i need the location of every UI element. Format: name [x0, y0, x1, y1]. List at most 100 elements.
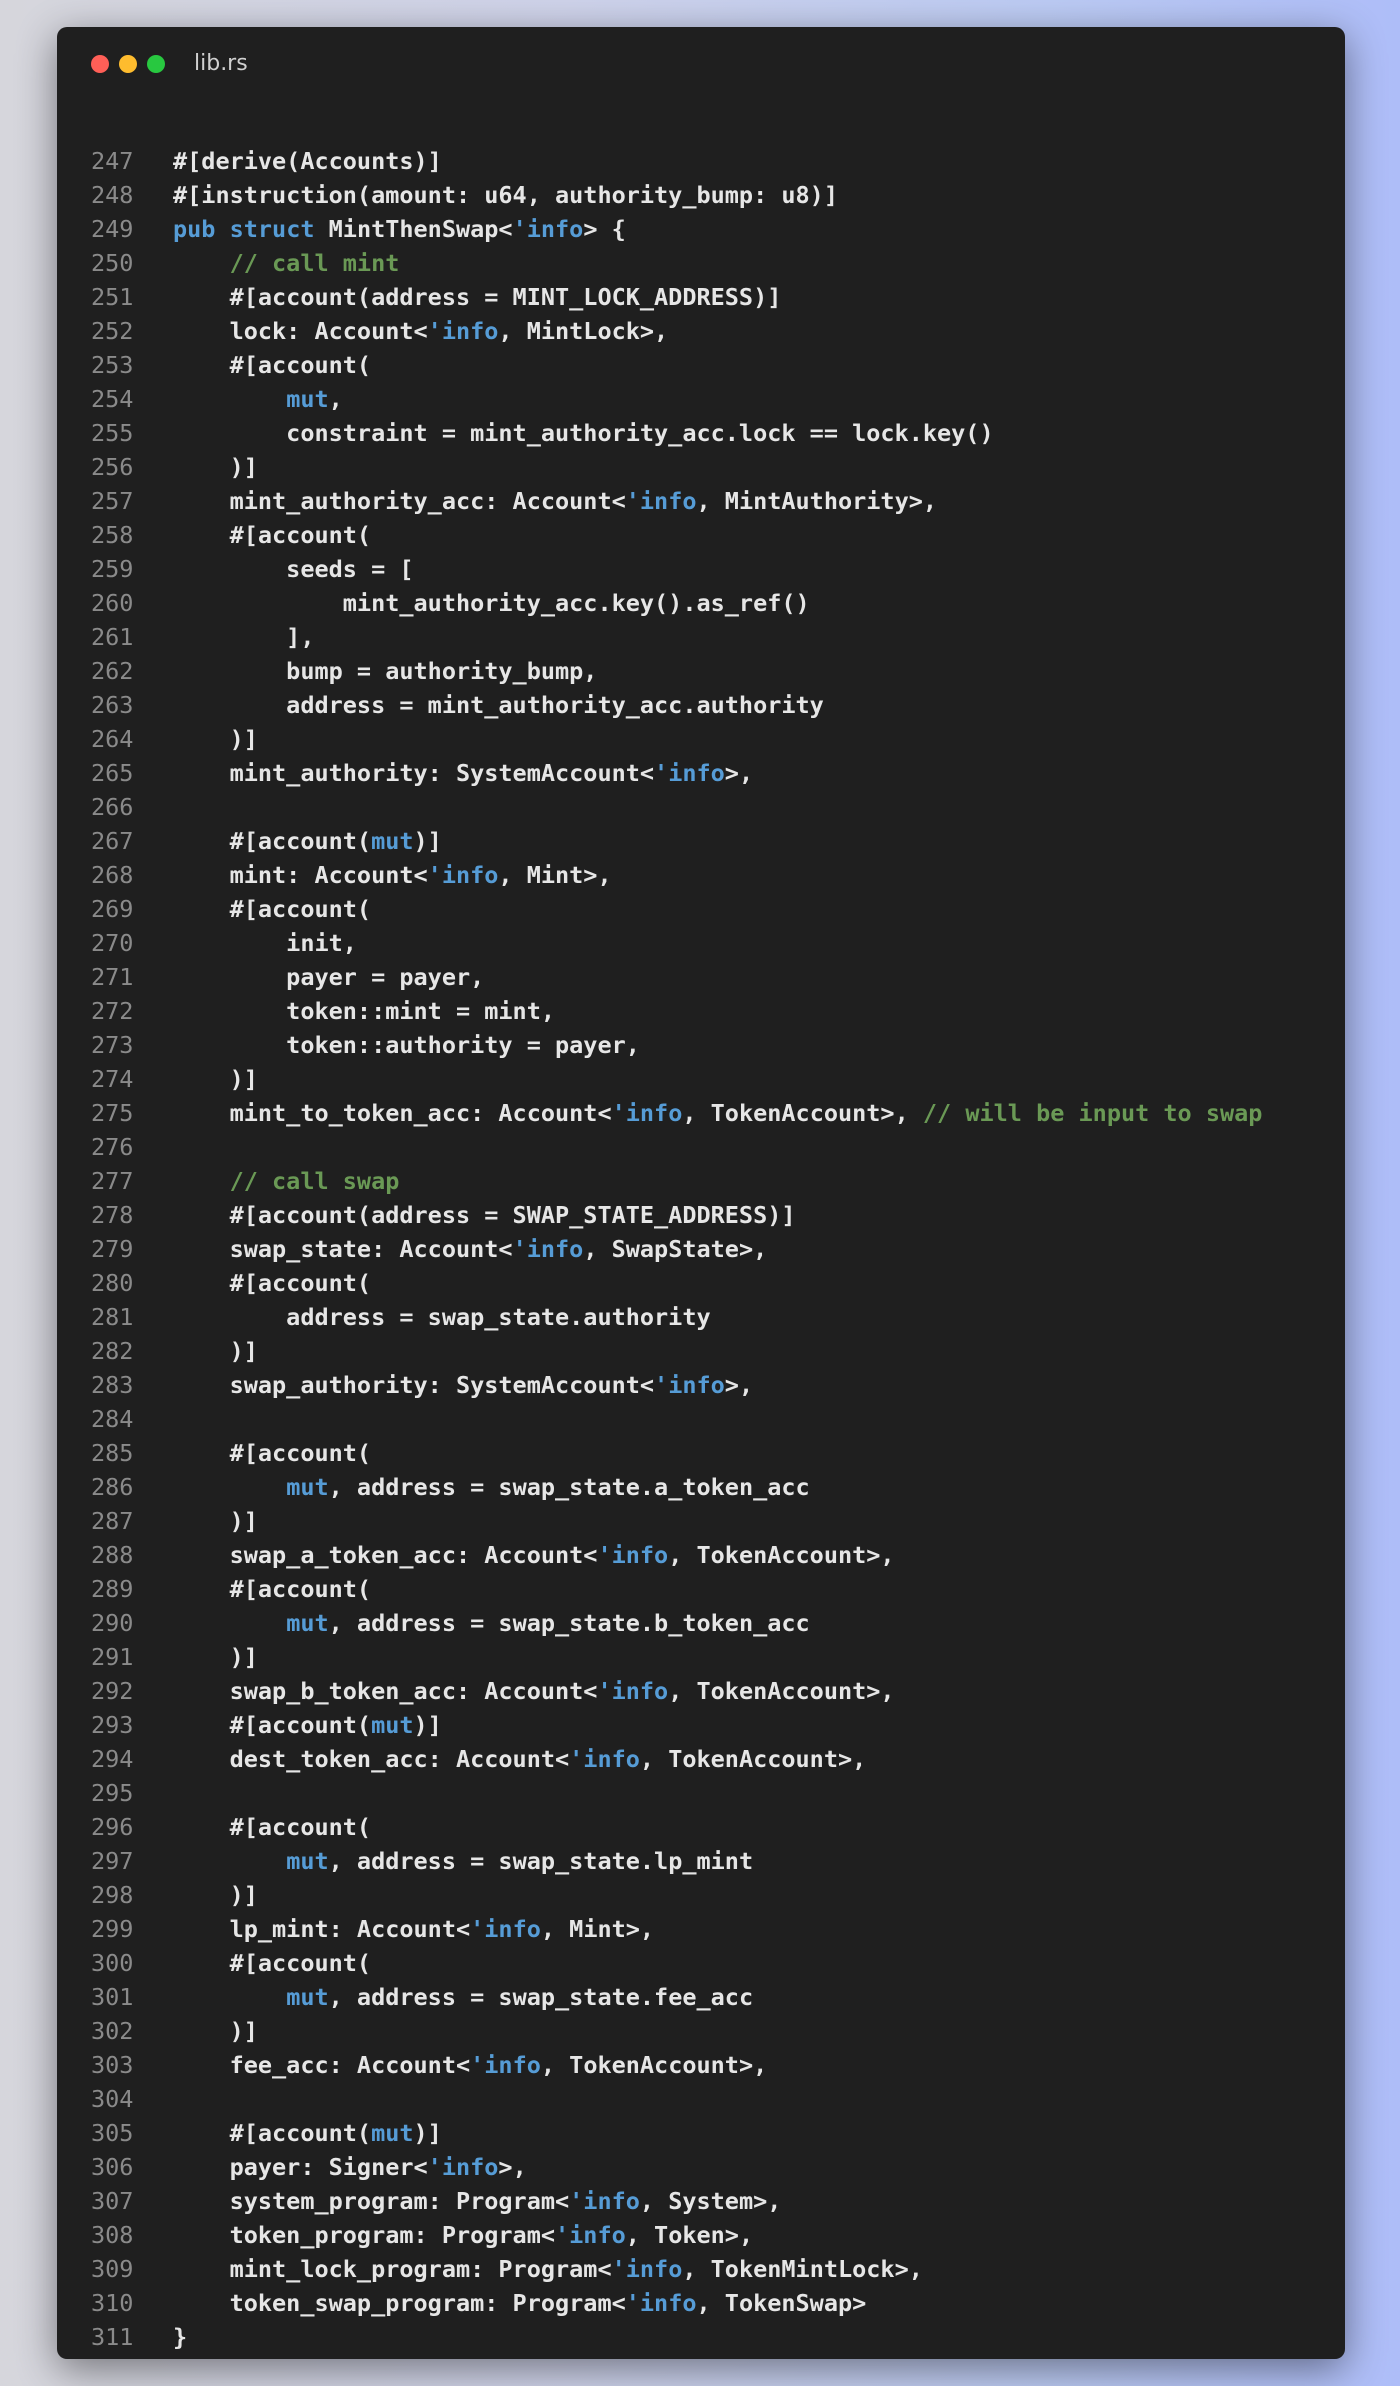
- keyword-token: 'info: [512, 215, 584, 243]
- code-line: 254 mut,: [57, 382, 1345, 416]
- code-line: 280 #[account(: [57, 1266, 1345, 1300]
- code-line: 260 mint_authority_acc.key().as_ref(): [57, 586, 1345, 620]
- code-token: , TokenAccount>,: [668, 1541, 895, 1569]
- line-number: 265: [91, 759, 134, 787]
- code-line: 261 ],: [57, 620, 1345, 654]
- code-token: )]: [173, 453, 258, 481]
- keyword-token: mut: [286, 1609, 329, 1637]
- code-line: 274 )]: [57, 1062, 1345, 1096]
- keyword-token: 'info: [597, 1677, 669, 1705]
- keyword-token: 'info: [597, 1541, 669, 1569]
- line-number: 271: [91, 963, 134, 991]
- code-line: 248 #[instruction(amount: u64, authority_…: [57, 178, 1345, 212]
- code-token: #[account(: [173, 1711, 372, 1739]
- code-text: init,: [173, 926, 357, 960]
- code-token: >,: [498, 2153, 527, 2181]
- code-text: address = swap_state.authority: [173, 1300, 711, 1334]
- keyword-token: mut: [286, 1473, 329, 1501]
- code-text: )]: [173, 1640, 258, 1674]
- code-token: , TokenAccount>,: [668, 1677, 895, 1705]
- code-text: mint_authority_acc: Account<'info, MintA…: [173, 484, 937, 518]
- comment-token: // will be input to swap: [922, 1099, 1263, 1127]
- code-token: lock: Account<: [173, 317, 428, 345]
- code-line: 294 dest_token_acc: Account<'info, Token…: [57, 1742, 1345, 1776]
- line-number: 253: [91, 351, 134, 379]
- code-token: system_program: Program<: [173, 2187, 570, 2215]
- code-token: token_swap_program: Program<: [173, 2289, 626, 2317]
- code-text: // call mint: [173, 246, 400, 280]
- code-token: #[account(: [173, 351, 372, 379]
- code-text: swap_a_token_acc: Account<'info, TokenAc…: [173, 1538, 895, 1572]
- code-token: , address = swap_state.lp_mint: [328, 1847, 754, 1875]
- code-line: 272 token::mint = mint,: [57, 994, 1345, 1028]
- code-text: // call swap: [173, 1164, 400, 1198]
- line-number: 247: [91, 147, 134, 175]
- line-number: 309: [91, 2255, 134, 2283]
- code-line: 283 swap_authority: SystemAccount<'info>…: [57, 1368, 1345, 1402]
- code-line: 251 #[account(address = MINT_LOCK_ADDRES…: [57, 280, 1345, 314]
- code-line: 297 mut, address = swap_state.lp_mint: [57, 1844, 1345, 1878]
- code-line: 277 // call swap: [57, 1164, 1345, 1198]
- code-token: MintThenSwap<: [314, 215, 513, 243]
- line-number: 282: [91, 1337, 134, 1365]
- code-token: , MintAuthority>,: [696, 487, 938, 515]
- keyword-token: struct: [229, 215, 315, 243]
- code-text: }: [173, 2320, 187, 2354]
- code-token: ],: [173, 623, 315, 651]
- comment-token: // call swap: [229, 1167, 400, 1195]
- code-token: payer = payer,: [173, 963, 485, 991]
- code-token: mint_to_token_acc: Account<: [173, 1099, 612, 1127]
- line-number: 283: [91, 1371, 134, 1399]
- code-token: payer: Signer<: [173, 2153, 428, 2181]
- code-line: 292 swap_b_token_acc: Account<'info, Tok…: [57, 1674, 1345, 1708]
- line-number: 264: [91, 725, 134, 753]
- code-line: 268 mint: Account<'info, Mint>,: [57, 858, 1345, 892]
- code-token: token::authority = payer,: [173, 1031, 640, 1059]
- line-number: 290: [91, 1609, 134, 1637]
- code-text: token_program: Program<'info, Token>,: [173, 2218, 754, 2252]
- code-editor[interactable]: 247 #[derive(Accounts)] 248 #[instruction(a…: [57, 144, 1345, 2354]
- code-line: 286 mut, address = swap_state.a_token_ac…: [57, 1470, 1345, 1504]
- code-token: , Token>,: [625, 2221, 754, 2249]
- code-text: )]: [173, 1504, 258, 1538]
- code-text: mint_to_token_acc: Account<'info, TokenA…: [173, 1096, 1263, 1130]
- code-token: , TokenAccount>,: [682, 1099, 923, 1127]
- code-line: 306 payer: Signer<'info>,: [57, 2150, 1345, 2184]
- zoom-button[interactable]: [147, 55, 165, 73]
- code-line: 275 mint_to_token_acc: Account<'info, To…: [57, 1096, 1345, 1130]
- code-token: mint_authority_acc.key().as_ref(): [173, 589, 810, 617]
- line-number: 291: [91, 1643, 134, 1671]
- line-number: 294: [91, 1745, 134, 1773]
- code-token: )]: [173, 1881, 258, 1909]
- code-text: )]: [173, 1878, 258, 1912]
- code-token: )]: [173, 1507, 258, 1535]
- code-text: #[account(: [173, 1436, 372, 1470]
- code-token: #[account(: [173, 1269, 372, 1297]
- code-text: payer = payer,: [173, 960, 484, 994]
- line-number: 308: [91, 2221, 134, 2249]
- line-number: 284: [91, 1405, 134, 1433]
- code-line: 290 mut, address = swap_state.b_token_ac…: [57, 1606, 1345, 1640]
- code-text: )]: [173, 450, 258, 484]
- code-token: address = swap_state.authority: [173, 1303, 711, 1331]
- code-text: #[account(: [173, 1572, 372, 1606]
- code-line: 256 )]: [57, 450, 1345, 484]
- code-token: >,: [724, 1371, 754, 1399]
- code-line: 309 mint_lock_program: Program<'info, To…: [57, 2252, 1345, 2286]
- code-token: constraint = mint_authority_acc.lock == …: [173, 419, 994, 447]
- line-number: 272: [91, 997, 134, 1025]
- code-token: mint_authority: SystemAccount<: [173, 759, 655, 787]
- code-text: )]: [173, 2014, 258, 2048]
- code-line: 295: [57, 1776, 1345, 1810]
- minimize-button[interactable]: [119, 55, 137, 73]
- code-text: #[account(mut)]: [173, 2116, 442, 2150]
- code-line: 298 )]: [57, 1878, 1345, 1912]
- code-token: >,: [724, 759, 754, 787]
- code-text: constraint = mint_authority_acc.lock == …: [173, 416, 994, 450]
- code-token: mint_authority_acc: Account<: [173, 487, 626, 515]
- close-button[interactable]: [91, 55, 109, 73]
